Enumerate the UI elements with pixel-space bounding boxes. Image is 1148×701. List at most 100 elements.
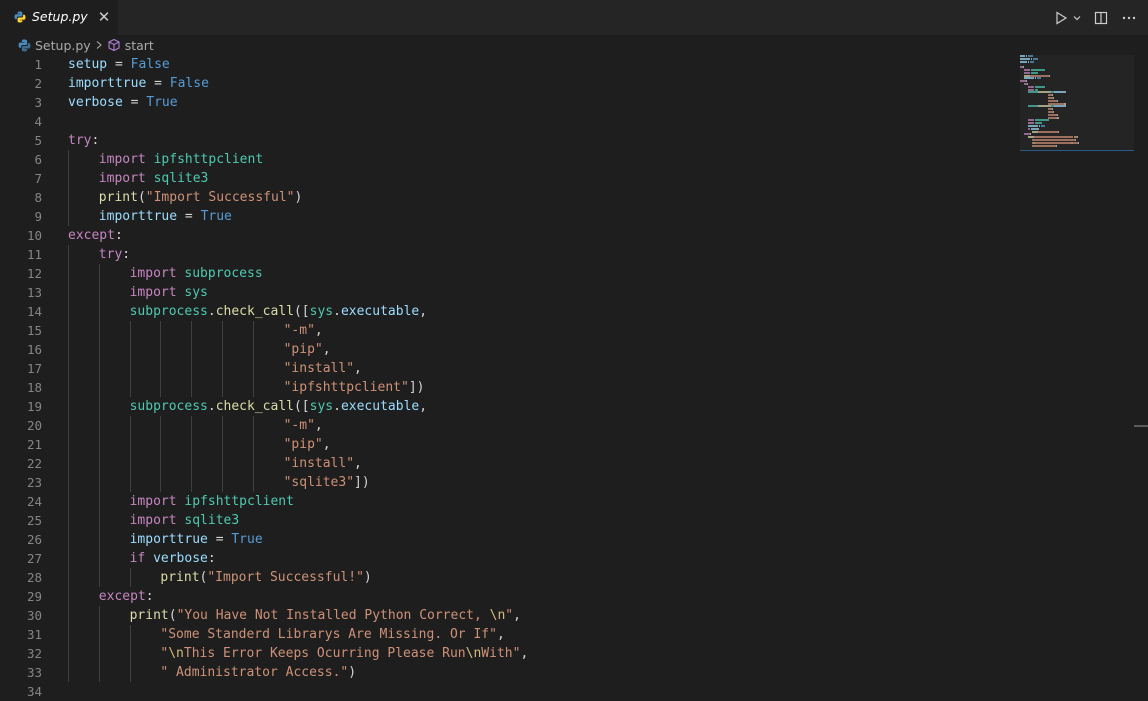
code-line[interactable]: try: xyxy=(68,245,528,264)
line-number: 2 xyxy=(34,76,42,91)
code-line[interactable]: import sys xyxy=(68,283,528,302)
code-line[interactable]: import sqlite3 xyxy=(68,511,528,530)
indent-guide xyxy=(68,245,69,264)
code-token: ) xyxy=(348,665,357,680)
indent-guide xyxy=(68,302,69,321)
line-number: 8 xyxy=(34,190,42,205)
code-token: " Administrator Access." xyxy=(160,665,349,680)
indent-guide xyxy=(98,416,100,435)
line-number: 27 xyxy=(26,551,42,566)
split-editor-icon[interactable] xyxy=(1092,9,1110,27)
close-icon[interactable]: ✕ xyxy=(97,10,111,25)
code-line[interactable]: if verbose: xyxy=(68,549,528,568)
indent-guide xyxy=(68,150,69,169)
code-line[interactable]: print("Import Successful!") xyxy=(68,568,528,587)
code-token: ]) xyxy=(354,475,370,490)
vertical-scrollbar[interactable] xyxy=(1134,55,1148,697)
code-line[interactable]: "ipfshttpclient"]) xyxy=(68,378,528,397)
breadcrumb-symbol[interactable]: start xyxy=(107,38,154,53)
code-line[interactable]: import ipfshttpclient xyxy=(68,492,528,511)
code-line[interactable]: import ipfshttpclient xyxy=(68,150,528,169)
python-file-icon xyxy=(14,11,26,23)
code-line[interactable]: "pip", xyxy=(68,435,528,454)
code-line[interactable]: importtrue = True xyxy=(68,530,528,549)
code-token: False xyxy=(130,57,170,72)
code-line[interactable]: "-m", xyxy=(68,416,528,435)
code-area[interactable]: setup = False importtrue = False verbose =… xyxy=(68,55,528,701)
minimap[interactable] xyxy=(1020,55,1134,150)
code-line[interactable]: import sqlite3 xyxy=(68,169,528,188)
run-icon[interactable] xyxy=(1052,9,1070,27)
indent-guide xyxy=(160,321,162,340)
minimap-segment xyxy=(1055,91,1065,94)
indent-guide xyxy=(191,321,193,340)
code-line[interactable] xyxy=(68,112,528,131)
code-token: check_call xyxy=(215,399,294,414)
code-line[interactable]: importtrue = False xyxy=(68,74,528,93)
code-token: , xyxy=(520,646,529,661)
minimap-line xyxy=(1020,71,1134,74)
code-line[interactable]: "\nThis Error Keeps Ocurring Please Run\… xyxy=(68,644,528,663)
code-line[interactable]: try: xyxy=(68,131,528,150)
code-token: ([ xyxy=(293,399,310,414)
indent-guide xyxy=(160,473,162,492)
line-number: 13 xyxy=(26,285,42,300)
code-token: . xyxy=(207,399,216,414)
code-line[interactable]: except: xyxy=(68,587,528,606)
indent-guide xyxy=(129,625,131,644)
indent-guide xyxy=(222,454,223,473)
indent-guide xyxy=(98,302,100,321)
indent-guide xyxy=(68,359,69,378)
code-token: importtrue xyxy=(68,76,147,91)
code-token: importtrue xyxy=(129,532,208,547)
code-line[interactable]: "install", xyxy=(68,359,528,378)
minimap-line xyxy=(1020,108,1134,111)
code-line[interactable]: "install", xyxy=(68,454,528,473)
code-line[interactable]: "pip", xyxy=(68,340,528,359)
code-line[interactable]: importtrue = True xyxy=(68,207,528,226)
code-line[interactable]: "-m", xyxy=(68,321,528,340)
code-line[interactable]: " Administrator Access.") xyxy=(68,663,528,682)
code-line[interactable] xyxy=(68,682,528,701)
code-token: import xyxy=(129,285,177,300)
code-token: import xyxy=(129,513,177,528)
code-line[interactable]: setup = False xyxy=(68,55,528,74)
indent-guide xyxy=(98,321,100,340)
code-line[interactable]: except: xyxy=(68,226,528,245)
breadcrumb-file[interactable]: Setup.py xyxy=(18,38,91,53)
code-line[interactable]: "Some Standerd Librarys Are Missing. Or … xyxy=(68,625,528,644)
minimap-segment xyxy=(1048,113,1057,116)
code-token: \n xyxy=(489,608,506,623)
code-editor[interactable]: 1 2 3 4 5 6 7 8 9 10 11 12 13 14 15 16 17 18 19 20 21 22 23 24 2… xyxy=(0,55,1148,699)
code-line[interactable]: verbose = True xyxy=(68,93,528,112)
code-line[interactable]: subprocess.check_call([sys.executable, xyxy=(68,397,528,416)
indent-guide xyxy=(222,473,223,492)
indent-guide xyxy=(98,606,100,625)
code-line[interactable]: import subprocess xyxy=(68,264,528,283)
code-line[interactable]: subprocess.check_call([sys.executable, xyxy=(68,302,528,321)
code-token: "pip" xyxy=(283,342,323,357)
minimap-segment xyxy=(1026,55,1027,57)
code-token: setup xyxy=(68,57,108,72)
tab-setup-py[interactable]: Setup.py ✕ xyxy=(0,0,118,35)
indent-guide xyxy=(98,492,100,511)
code-line[interactable]: print("You Have Not Installed Python Cor… xyxy=(68,606,528,625)
code-token: executable xyxy=(340,399,420,414)
line-number: 25 xyxy=(26,513,42,528)
more-actions-icon[interactable] xyxy=(1120,9,1138,27)
line-number: 6 xyxy=(34,152,42,167)
minimap-line xyxy=(1020,119,1134,122)
minimap-segment xyxy=(1028,122,1034,125)
code-token: , xyxy=(419,304,428,319)
code-token: " xyxy=(505,608,514,623)
minimap-line xyxy=(1020,88,1134,91)
minimap-line xyxy=(1020,105,1134,108)
code-line[interactable]: print("Import Successful") xyxy=(68,188,528,207)
code-token: ipfshttpclient xyxy=(184,494,294,509)
indent-guide xyxy=(129,663,131,682)
chevron-down-icon[interactable] xyxy=(1072,9,1082,27)
code-token: check_call xyxy=(215,304,294,319)
code-line[interactable]: "sqlite3"]) xyxy=(68,473,528,492)
code-token: . xyxy=(207,304,216,319)
indent-guide xyxy=(98,435,100,454)
